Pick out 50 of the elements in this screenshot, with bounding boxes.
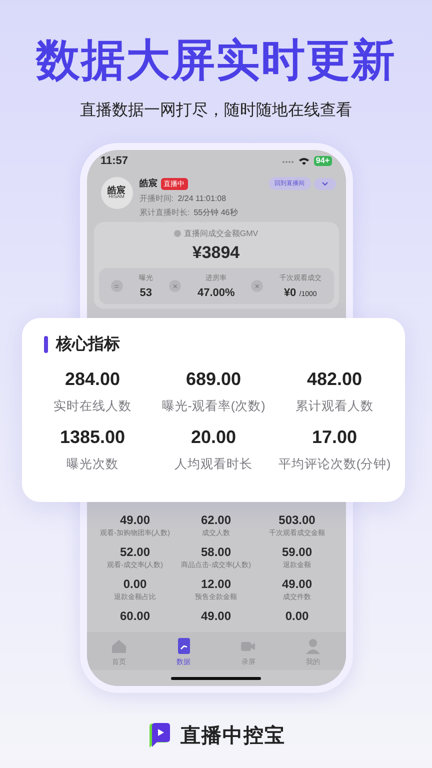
metric-value: 49.00 (282, 577, 312, 591)
operator-symbol: × (251, 280, 264, 292)
gmv-label: 直播间成交金额GMV (184, 228, 258, 239)
metric-value: 0.00 (123, 577, 147, 591)
info-value: 55分钟 46秒 (194, 208, 238, 217)
card-title: 核心指标 (56, 334, 120, 355)
title-accent-bar (44, 336, 48, 353)
metric-label: 平均评论次数(分钟) (278, 456, 391, 473)
metric-value: 284.00 (64, 368, 120, 390)
chevron-down-icon (322, 182, 328, 186)
home-icon (110, 637, 128, 655)
subtitle: 直播数据一网打尽，随时随地在线查看 (80, 101, 352, 121)
metric-value: 49.00 (120, 513, 150, 527)
streamer-name: 皓宸 (140, 177, 158, 190)
status-time: 11:57 (100, 155, 128, 167)
metric-value: 52.00 (120, 545, 150, 559)
battery-indicator: 94+ (314, 156, 332, 166)
info-value: 2/24 11:01:08 (178, 194, 226, 203)
operator-symbol: = (110, 280, 123, 292)
metric-value: 1385.00 (60, 426, 126, 448)
avatar-text: 皓宸 (108, 186, 126, 195)
metric-value: 60.00 (120, 609, 150, 623)
headline: 数据大屏实时更新 (36, 35, 396, 87)
metric-label: 曝光-观看率(次数) (162, 398, 266, 415)
metric-label: 实时在线人数 (54, 398, 132, 415)
person-icon (304, 637, 322, 655)
metric-value: 17.00 (312, 426, 358, 448)
metric-label: 人均观看时长 (174, 456, 252, 473)
metric-value: 689.00 (186, 368, 242, 390)
app-logo-icon (146, 722, 170, 748)
term-value: 47.00% (197, 287, 235, 299)
info-label: 累计直播时长: (140, 208, 190, 217)
metric-value: 0.00 (285, 609, 309, 623)
metric-value: 20.00 (190, 426, 236, 448)
metric-value: 59.00 (282, 545, 312, 559)
metric-value: 12.00 (200, 577, 232, 591)
operator-symbol: × (169, 280, 182, 292)
metric-label: 曝光次数 (66, 456, 118, 473)
metric-value: 49.00 (200, 609, 232, 623)
term-value: 53 (140, 287, 152, 299)
gmv-value: ¥3894 (192, 243, 240, 263)
metric-label: 累计观看人数 (296, 398, 374, 415)
metric-value: 62.00 (200, 513, 232, 527)
wifi-icon (298, 157, 309, 165)
info-label: 开播时间: (140, 194, 174, 203)
metric-value: 503.00 (278, 513, 316, 527)
app-name: 直播中控宝 (180, 724, 286, 748)
metric-value: 482.00 (306, 368, 362, 390)
metric-value: 58.00 (200, 545, 232, 559)
dropdown-button[interactable] (314, 178, 336, 190)
